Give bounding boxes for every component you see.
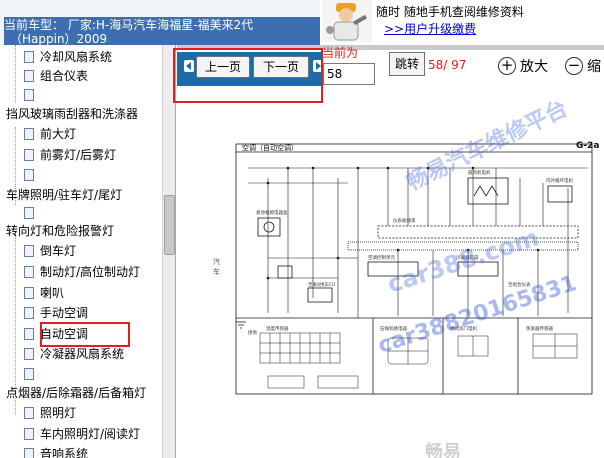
tree-category-wipers[interactable]: 挡风玻璃雨刮器和洗涤器 bbox=[6, 104, 138, 124]
page-icon bbox=[24, 127, 34, 140]
promo-text: 随时 随地手机查阅维修资料 bbox=[376, 5, 524, 19]
tree-item-label: 冷凝器风扇系统 bbox=[40, 347, 125, 361]
tree-item-headlamps[interactable]: 前大灯 bbox=[24, 124, 76, 144]
page-icon bbox=[24, 306, 34, 319]
zoom-in-icon: + bbox=[498, 57, 516, 75]
page-icon bbox=[24, 265, 34, 278]
tree-item-label: 车内照明灯/阅读灯 bbox=[40, 427, 141, 441]
tree-item-condenser-fan[interactable]: 冷凝器风扇系统 bbox=[24, 344, 124, 364]
tree-item-label: 制动灯/高位制动灯 bbox=[40, 265, 141, 279]
diagram-label: 温度传感器 bbox=[266, 325, 289, 332]
diagram-label: 接地 bbox=[248, 329, 257, 336]
tree-item-fog-lamps[interactable]: 前雾灯/后雾灯 bbox=[24, 145, 116, 165]
tree-item-label: 前大灯 bbox=[40, 127, 77, 141]
diagram-label: 空调控制单元 bbox=[368, 254, 395, 261]
tree-item-blank[interactable] bbox=[24, 364, 40, 384]
tree-item-blank[interactable] bbox=[24, 85, 40, 105]
tree-item-brake-lamps[interactable]: 制动灯/高位制动灯 bbox=[24, 262, 140, 282]
page-icon bbox=[24, 148, 34, 161]
zoom-out-label: 缩 bbox=[587, 59, 601, 75]
sidebar-tree: 冷却风扇系统 组合仪表 挡风玻璃雨刮器和洗涤器 前大灯 前雾灯/后雾灯 车牌照明… bbox=[0, 45, 176, 458]
tree-item-label: 组合仪表 bbox=[40, 69, 89, 83]
vehicle-title: 当前车型： 厂家:H-海马汽车海福星-福美来2代 （Happin）2009 bbox=[4, 17, 322, 45]
tree-item-reverse-lamps[interactable]: 倒车灯 bbox=[24, 241, 76, 261]
selected-item-highlight bbox=[40, 322, 130, 347]
tree-item-label: 喇叭 bbox=[40, 286, 65, 300]
upgrade-link[interactable]: >>用户升级缴费 bbox=[384, 20, 476, 37]
diagram-label: 至发动机ECU bbox=[308, 281, 335, 288]
diagram-title: 空调（自动空调） bbox=[242, 143, 298, 152]
mechanic-icon bbox=[322, 0, 372, 42]
tree-item-label: 音响系统 bbox=[40, 447, 89, 458]
tree-item-illumination[interactable]: 照明灯 bbox=[24, 403, 76, 423]
page-icon bbox=[24, 447, 34, 458]
page-icon bbox=[24, 286, 34, 299]
side-mark: 汽 车 bbox=[213, 257, 220, 276]
tree-guide-line bbox=[15, 45, 16, 103]
page-icon bbox=[24, 406, 34, 419]
sidebar-scroll-thumb[interactable] bbox=[164, 195, 175, 255]
page-icon bbox=[24, 244, 34, 257]
diagram-label: 蒸发器传感器 bbox=[526, 325, 553, 332]
page-icon bbox=[24, 88, 34, 101]
page-number-input[interactable] bbox=[323, 63, 375, 85]
tree-category-cigar-lighter[interactable]: 点烟器/后除霜器/后备箱灯 bbox=[6, 383, 146, 403]
diagram-label: 鼓风机电机 bbox=[468, 169, 491, 176]
page-icon bbox=[24, 347, 34, 360]
jump-button[interactable]: 跳转 bbox=[389, 52, 425, 76]
tree-category-label: 点烟器/后除霜器/后备箱灯 bbox=[6, 386, 147, 400]
vehicle-title-line2: （Happin）2009 bbox=[10, 32, 108, 45]
svg-text:汽: 汽 bbox=[213, 257, 220, 266]
page-icon bbox=[24, 69, 34, 82]
diagram-label: 仪表板线束 bbox=[393, 217, 416, 224]
tree-item-label: 照明灯 bbox=[40, 406, 77, 420]
tree-category-label: 车牌照明/驻车灯/尾灯 bbox=[6, 188, 123, 202]
tree-item-label: 手动空调 bbox=[40, 306, 89, 320]
page-icon bbox=[24, 50, 34, 63]
vehicle-title-line1: 当前车型： 厂家:H-海马汽车海福星-福美来2代 bbox=[4, 18, 254, 32]
page-icon bbox=[24, 327, 34, 340]
tree-item-instrument-cluster[interactable]: 组合仪表 bbox=[24, 66, 88, 86]
tree-item-blank[interactable] bbox=[24, 203, 40, 223]
watermark-text: 畅易 bbox=[425, 442, 461, 458]
tree-item-label: 倒车灯 bbox=[40, 244, 77, 258]
zoom-out-icon: − bbox=[565, 57, 583, 75]
diagram-label: 发动机舱电器盒 bbox=[256, 209, 288, 216]
tree-category-label: 挡风玻璃雨刮器和洗涤器 bbox=[6, 107, 139, 121]
zoom-out-button[interactable]: − 缩 bbox=[565, 55, 601, 79]
tree-item-horn[interactable]: 喇叭 bbox=[24, 283, 64, 303]
page-icon bbox=[24, 206, 34, 219]
diagram-label: 内外循环电机 bbox=[546, 177, 573, 184]
tree-item-label: 冷却风扇系统 bbox=[40, 50, 113, 64]
current-page-label: 当前为 bbox=[322, 46, 359, 60]
page-icon bbox=[24, 168, 34, 181]
tree-item-manual-ac[interactable]: 手动空调 bbox=[24, 303, 88, 323]
tree-item-blank[interactable] bbox=[24, 165, 40, 185]
nav-highlight-box bbox=[173, 48, 323, 103]
page-count: 58/ 97 bbox=[428, 58, 467, 72]
tree-item-audio-system[interactable]: 音响系统 bbox=[24, 444, 88, 458]
tree-category-turn-signals[interactable]: 转向灯和危险报警灯 bbox=[6, 221, 114, 241]
tree-category-label: 转向灯和危险报警灯 bbox=[6, 224, 115, 238]
zoom-in-label: 放大 bbox=[520, 59, 548, 75]
zoom-in-button[interactable]: + 放大 bbox=[498, 55, 548, 79]
tree-item-cooling-fan[interactable]: 冷却风扇系统 bbox=[24, 47, 112, 67]
page-icon bbox=[24, 367, 34, 380]
diagram-code: G-2a bbox=[576, 141, 599, 151]
tree-item-label: 前雾灯/后雾灯 bbox=[40, 148, 117, 162]
page-icon bbox=[24, 427, 34, 440]
tree-item-interior-lamps[interactable]: 车内照明灯/阅读灯 bbox=[24, 424, 140, 444]
svg-text:车: 车 bbox=[213, 267, 220, 276]
tree-category-plate-lamps[interactable]: 车牌照明/驻车灯/尾灯 bbox=[6, 185, 122, 205]
